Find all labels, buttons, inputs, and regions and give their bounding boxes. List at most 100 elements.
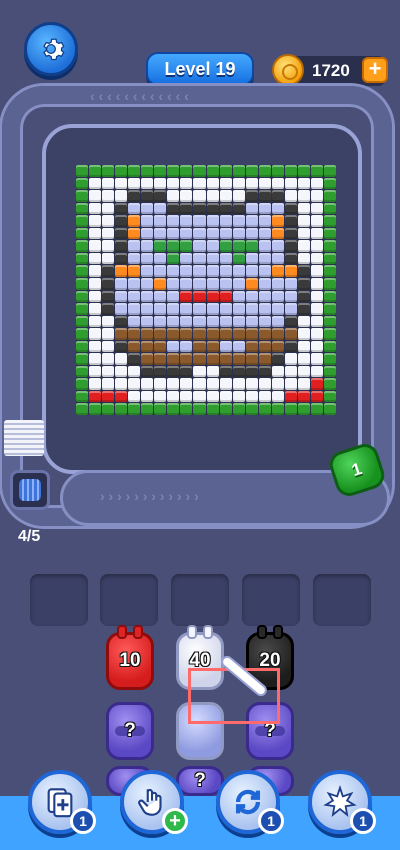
pixel-block [271, 403, 284, 415]
pixel-block [115, 365, 128, 378]
pixel-block [245, 177, 258, 190]
pixel-block [284, 290, 297, 303]
pixel-block [167, 190, 180, 202]
pixel-block [128, 390, 141, 403]
pixel-block [271, 252, 284, 265]
pixel-block [245, 340, 258, 353]
pixel-block [284, 277, 297, 290]
pixel-block [76, 353, 89, 365]
pixel-block [206, 190, 219, 202]
pixel-block [115, 403, 128, 415]
pixel-block [180, 328, 193, 340]
hidden-label: ? [124, 720, 136, 741]
pixel-block [128, 165, 141, 177]
pixel-block [115, 303, 128, 315]
pixel-block [115, 215, 128, 227]
pixel-block [180, 290, 193, 303]
pixel-block [323, 315, 336, 328]
pixel-block [193, 165, 206, 177]
pixel-block [76, 190, 89, 202]
slot-5[interactable] [313, 574, 371, 626]
slot-4[interactable] [242, 574, 300, 626]
pixel-block [206, 165, 219, 177]
pixel-block [297, 353, 310, 365]
pixel-block [76, 277, 89, 290]
pixel-block [89, 165, 102, 177]
pixel-block [180, 365, 193, 378]
pixel-block [271, 365, 284, 378]
pixel-block [232, 165, 245, 177]
slot-2[interactable] [100, 574, 158, 626]
pixel-block [297, 252, 310, 265]
ammo-stack [4, 420, 44, 456]
slot-1[interactable] [30, 574, 88, 626]
pixel-block [193, 190, 206, 202]
shooter-count: 10 [119, 650, 141, 671]
pixel-block [219, 252, 232, 265]
pixel-block [206, 403, 219, 415]
pixel-block [284, 315, 297, 328]
pixel-block [141, 378, 154, 390]
pixel-block [76, 227, 89, 240]
pixel-block [271, 177, 284, 190]
pixel-block [89, 315, 102, 328]
pixel-block [219, 328, 232, 340]
buy-coins-button[interactable]: + [362, 57, 388, 83]
pixel-block [323, 290, 336, 303]
pixel-block [258, 190, 271, 202]
pixel-block [271, 303, 284, 315]
pixel-block [258, 353, 271, 365]
pixel-block [141, 353, 154, 365]
booster-blast[interactable]: 1 [308, 770, 376, 834]
pixel-block [245, 303, 258, 315]
pixel-block [310, 303, 323, 315]
pixel-block [180, 403, 193, 415]
chevron-left-icon: ‹ ‹ ‹ ‹ ‹ ‹ ‹ ‹ ‹ ‹ ‹ ‹ [90, 88, 189, 104]
settings-button[interactable] [24, 22, 78, 76]
pixel-block [141, 265, 154, 277]
pixel-block [206, 353, 219, 365]
pixel-block [128, 290, 141, 303]
pixel-block [206, 340, 219, 353]
pixel-block [323, 303, 336, 315]
shooter-red[interactable]: 10 [106, 625, 154, 690]
coil-icon [10, 470, 50, 510]
pixel-block [219, 240, 232, 252]
pixel-block [232, 265, 245, 277]
pixel-block [310, 265, 323, 277]
pixel-block [89, 353, 102, 365]
pixel-block [167, 202, 180, 215]
pixel-block [219, 303, 232, 315]
pixel-block [102, 240, 115, 252]
pixel-block [141, 215, 154, 227]
pixel-block [180, 340, 193, 353]
slot-3[interactable] [171, 574, 229, 626]
pixel-block [115, 340, 128, 353]
pixel-block [206, 252, 219, 265]
pixel-block [89, 277, 102, 290]
pixel-block [245, 315, 258, 328]
pixel-block [284, 378, 297, 390]
pixel-block [154, 365, 167, 378]
pixel-block [258, 403, 271, 415]
pixel-block [206, 215, 219, 227]
pixel-block [271, 265, 284, 277]
pixel-block [115, 390, 128, 403]
pixel-block [115, 315, 128, 328]
pixel-block [284, 190, 297, 202]
pixel-block [180, 177, 193, 190]
booster-add-slot[interactable]: 1 [28, 770, 96, 834]
pixel-block [193, 227, 206, 240]
booster-pick[interactable]: + [120, 770, 188, 834]
pixel-block [310, 315, 323, 328]
booster-count[interactable]: + [162, 808, 188, 834]
pixel-block [89, 240, 102, 252]
booster-shuffle[interactable]: 1 [216, 770, 284, 834]
pixel-block [154, 303, 167, 315]
pixel-block [180, 240, 193, 252]
pixel-block [193, 315, 206, 328]
pixel-block [128, 252, 141, 265]
pixel-block [141, 177, 154, 190]
pixel-block [206, 265, 219, 277]
pixel-block [128, 190, 141, 202]
